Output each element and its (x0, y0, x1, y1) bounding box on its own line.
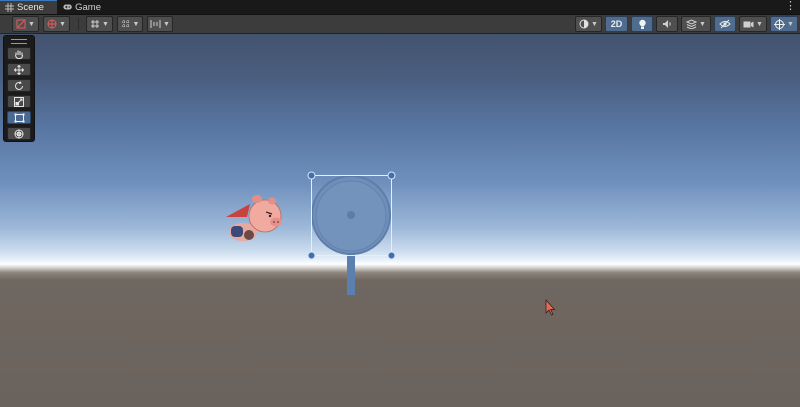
audio-icon (663, 20, 671, 28)
draw-mode-button[interactable]: ▼ (12, 16, 39, 32)
grid-visibility-icon (121, 20, 130, 28)
more-options-icon[interactable]: ⋮ (785, 0, 796, 14)
rotate-tool-button[interactable] (7, 79, 31, 92)
hand-icon (14, 50, 24, 59)
scale-tool-button[interactable] (7, 95, 31, 108)
rect-tool-button[interactable] (7, 111, 31, 124)
effects-icon (686, 19, 698, 29)
target-sprite[interactable] (311, 175, 391, 295)
tab-scene-label: Scene (17, 2, 44, 13)
move-icon (14, 64, 24, 75)
transform-tool-button[interactable] (7, 127, 31, 140)
tab-game[interactable]: Game (58, 0, 106, 14)
gizmos-icon (774, 18, 786, 30)
globe-icon (47, 19, 57, 29)
scene-viewport[interactable] (0, 34, 800, 407)
shading-icon (579, 19, 589, 29)
shading-mode-button[interactable]: ▼ (575, 16, 602, 32)
gizmos-button[interactable]: ▼ (770, 16, 798, 32)
mode-2d-label: 2D (610, 19, 623, 29)
lighting-icon (638, 19, 646, 29)
tools-overlay (3, 35, 35, 142)
tab-scene[interactable]: Scene (0, 0, 57, 14)
draw-mode-icon (16, 19, 26, 29)
scale-icon (14, 96, 24, 107)
selection-handle-bottom-right[interactable] (387, 251, 396, 260)
rotate-icon (15, 80, 23, 90)
grid-snap-button[interactable]: ▼ (86, 16, 113, 32)
camera-icon (743, 21, 754, 27)
grid-icon (5, 3, 14, 12)
tab-bar: Scene Game ⋮ (0, 0, 800, 15)
grid-visibility-button[interactable]: ▼ (117, 16, 143, 32)
tools-drag-handle[interactable] (11, 39, 27, 44)
tab-game-label: Game (75, 1, 101, 13)
hidden-objects-icon (719, 19, 731, 29)
move-tool-button[interactable] (7, 63, 31, 76)
camera-button[interactable]: ▼ (739, 16, 767, 32)
lighting-toggle[interactable] (631, 16, 653, 32)
transform-icon (14, 129, 24, 138)
rect-icon (14, 113, 24, 122)
increment-snap-icon (150, 20, 161, 28)
hand-tool-button[interactable] (7, 47, 31, 60)
selection-handle-top-right[interactable] (387, 171, 396, 180)
hidden-objects-toggle[interactable] (714, 16, 736, 32)
mode-2d-button[interactable]: 2D (605, 16, 628, 32)
toolbar-separator (78, 18, 79, 30)
pig-character-sprite[interactable] (226, 195, 282, 241)
scene-toolbar: ▼ ▼ ▼ ▼ ▼ ▼ 2D ▼ ▼ ▼ (0, 15, 800, 34)
mouse-cursor-icon (545, 299, 556, 316)
audio-toggle[interactable] (656, 16, 678, 32)
increment-snap-button[interactable]: ▼ (147, 16, 173, 32)
grid-snap-icon (91, 20, 100, 28)
selection-handle-top-left[interactable] (307, 171, 316, 180)
selection-handle-bottom-left[interactable] (307, 251, 316, 260)
effects-button[interactable]: ▼ (681, 16, 711, 32)
gamepad-icon (63, 4, 72, 10)
global-button[interactable]: ▼ (43, 16, 70, 32)
